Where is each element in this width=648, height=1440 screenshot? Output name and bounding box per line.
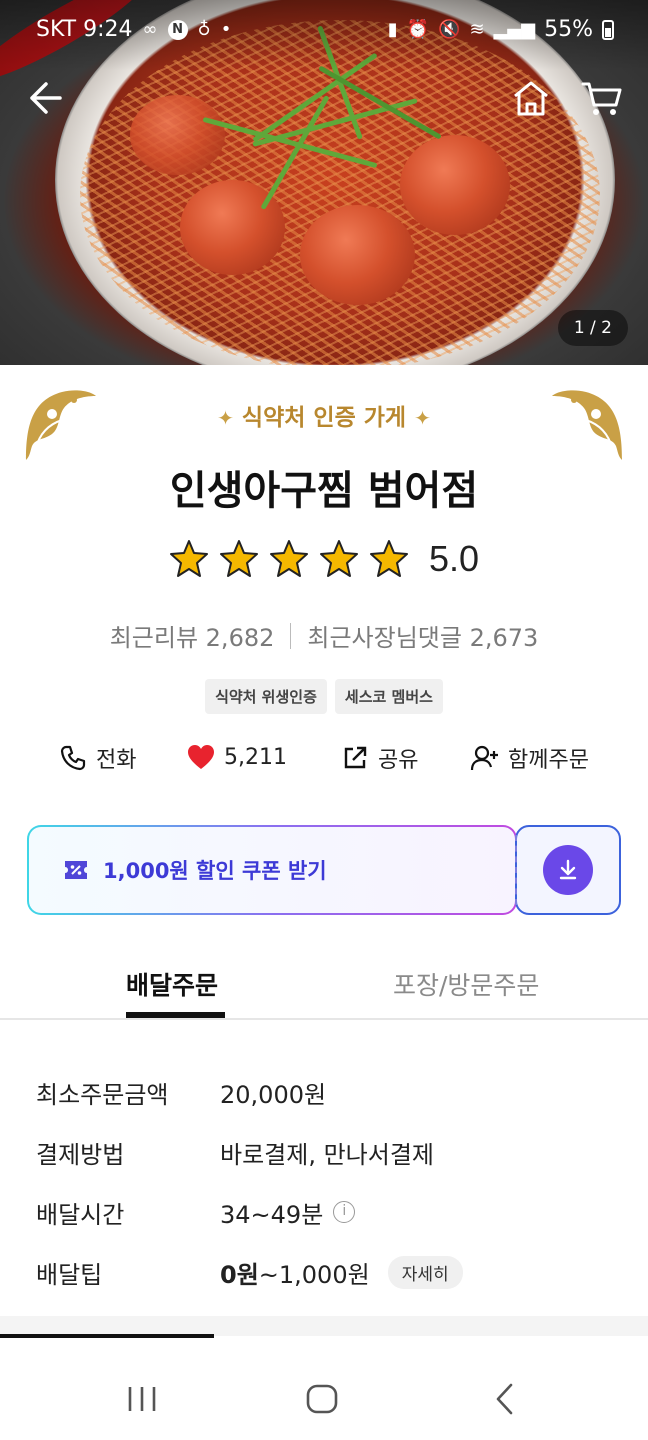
carrier-time: SKT 9:24 (36, 17, 133, 42)
star-icon (219, 540, 258, 577)
review-stats: 최근리뷰 2,682 최근사장님댓글 2,673 (0, 618, 648, 653)
coupon-main[interactable]: 1,000원 할인 쿠폰 받기 (27, 825, 517, 915)
sparkle-icon: ✦ (414, 406, 431, 430)
home-icon[interactable] (510, 78, 552, 118)
battery-icon (602, 19, 614, 40)
home-nav-icon[interactable] (302, 1379, 342, 1419)
delivery-info: 최소주문금액 20,000원 결제방법 바로결제, 만나서결제 배달시간 34~… (36, 1062, 616, 1302)
share-button[interactable]: 공유 (340, 742, 418, 774)
coupon-label: 1,000원 할인 쿠폰 받기 (103, 859, 327, 883)
badge-list: 식약처 위생인증 세스코 멤버스 (0, 679, 648, 714)
signal-icon: ▂▄▆ (493, 18, 536, 40)
download-icon (559, 859, 577, 880)
owner-replies-link[interactable]: 최근사장님댓글 2,673 (307, 618, 538, 653)
star-icon (169, 540, 208, 577)
delivery-time-value: 34~49분 (220, 1200, 324, 1229)
star-icon (369, 540, 408, 577)
like-count: 5,211 (224, 744, 287, 770)
call-label: 전화 (96, 748, 137, 773)
group-order-label: 함께주문 (508, 748, 589, 773)
group-order-button[interactable]: 함께주문 (470, 742, 589, 774)
payment-value: 바로결제, 만나서결제 (220, 1140, 434, 1169)
wifi-icon: ≋ (469, 18, 485, 40)
sparkle-icon: ✦ (217, 406, 234, 430)
min-order-label: 최소주문금액 (36, 1080, 169, 1109)
min-order-value: 20,000원 (220, 1080, 327, 1109)
share-label: 공유 (378, 748, 419, 773)
delivery-tip-row: 배달팁 0원~1,000원 자세히 (36, 1242, 616, 1302)
action-row: 전화 5,211 공유 함께주문 (0, 742, 648, 788)
info-icon[interactable]: i (333, 1201, 356, 1223)
coupon-banner[interactable]: 1,000원 할인 쿠폰 받기 (27, 825, 621, 915)
phone-icon (60, 745, 86, 771)
active-tab-indicator (126, 1012, 225, 1018)
system-nav-bar (0, 1355, 648, 1440)
tip-detail-button[interactable]: 자세히 (387, 1255, 463, 1289)
tab-pickup[interactable]: 포장/방문주문 (393, 966, 539, 1002)
notification-icon: ♁ (197, 18, 211, 40)
delivery-tip-label: 배달팁 (36, 1260, 103, 1289)
section-divider (0, 1316, 648, 1336)
coupon-icon (65, 861, 87, 879)
status-bar: SKT 9:24 ∞ N ♁ • ▮ ⏰ 🔇 ≋ ▂▄▆ 55% (0, 0, 648, 60)
menu-tab-indicator (0, 1334, 214, 1338)
dot-icon: • (220, 18, 232, 40)
monkfish-piece (400, 135, 510, 235)
certification-text: 식약처 인증 가게 (241, 405, 407, 431)
battery-percent: 55% (544, 17, 593, 42)
add-user-icon (470, 745, 498, 771)
naver-icon: N (167, 19, 188, 40)
like-button[interactable]: 5,211 (186, 742, 287, 772)
delivery-time-label: 배달시간 (36, 1200, 125, 1229)
star-icon (269, 540, 308, 577)
payment-row: 결제방법 바로결제, 만나서결제 (36, 1122, 616, 1182)
link-icon: ∞ (142, 18, 158, 40)
recent-reviews-link[interactable]: 최근리뷰 2,682 (110, 618, 275, 653)
share-icon (344, 746, 367, 769)
rating-score: 5.0 (428, 538, 480, 579)
delivery-tip-min: 0원 (220, 1260, 259, 1289)
monkfish-piece (130, 95, 225, 175)
store-rating: 5.0 (0, 538, 648, 580)
coupon-download-button[interactable] (515, 825, 621, 915)
coupon-divider (515, 835, 517, 905)
call-button[interactable]: 전화 (58, 742, 136, 774)
image-page-counter: 1 / 2 (557, 310, 628, 346)
order-type-tabs: 배달주문 포장/방문주문 (0, 958, 648, 1020)
tab-delivery[interactable]: 배달주문 (126, 966, 218, 1002)
divider (290, 622, 292, 649)
alarm-icon: ⏰ (406, 18, 430, 40)
battery-saver-icon: ▮ (387, 18, 398, 40)
star-icon (319, 540, 358, 577)
heart-icon (188, 745, 214, 769)
store-name: 인생아구찜 범어점 (169, 468, 479, 514)
min-order-row: 최소주문금액 20,000원 (36, 1062, 616, 1122)
payment-label: 결제방법 (36, 1140, 125, 1169)
delivery-tip-range: ~1,000원 (258, 1260, 370, 1289)
star-rating (169, 539, 409, 579)
back-arrow-icon[interactable] (26, 78, 66, 118)
mute-icon: 🔇 (438, 18, 461, 40)
monkfish-piece (300, 205, 415, 305)
certification-banner: ✦ 식약처 인증 가게 ✦ (0, 398, 648, 432)
hygiene-badge[interactable]: 식약처 위생인증 (205, 679, 327, 714)
back-nav-icon[interactable] (486, 1379, 526, 1419)
bean-sprouts (80, 20, 600, 365)
cesco-badge[interactable]: 세스코 멤버스 (334, 679, 443, 714)
recent-apps-icon[interactable] (122, 1379, 162, 1419)
delivery-time-row: 배달시간 34~49분 i (36, 1182, 616, 1242)
cart-icon[interactable] (580, 78, 624, 118)
